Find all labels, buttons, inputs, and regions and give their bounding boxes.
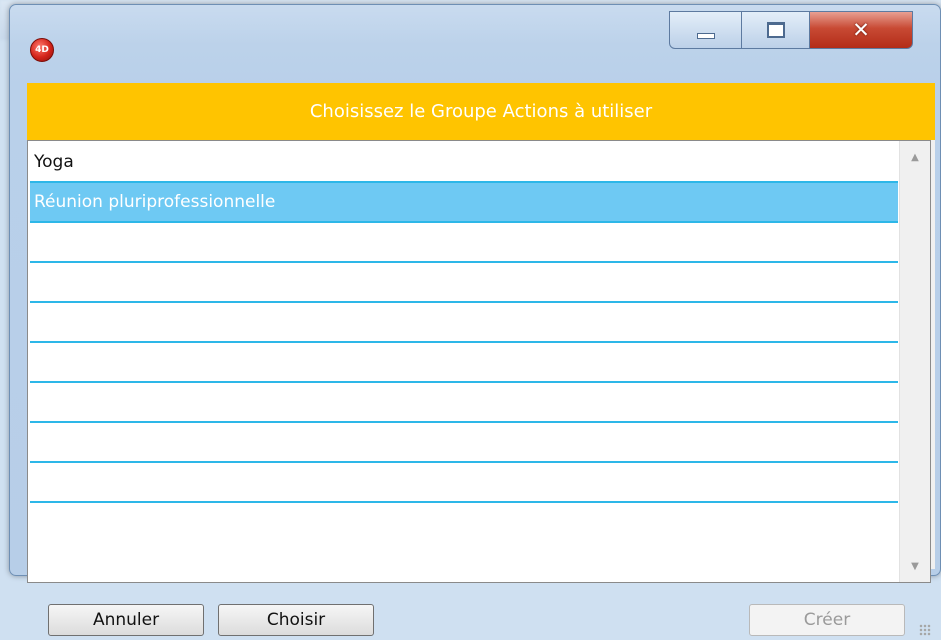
close-icon: ✕ <box>852 18 870 42</box>
list-item[interactable] <box>30 343 898 383</box>
list-item[interactable] <box>30 383 898 423</box>
dialog-client-area: Choisissez le Groupe Actions à utiliser … <box>27 83 935 636</box>
list-item[interactable] <box>30 223 898 263</box>
list-item[interactable]: Réunion pluriprofessionnelle <box>30 183 898 223</box>
minimize-icon <box>696 33 715 39</box>
app-4d-icon: 4D <box>30 38 54 62</box>
button-bar: Annuler Choisir Créer <box>27 604 935 640</box>
caption-buttons: ✕ <box>669 11 913 49</box>
create-button[interactable]: Créer <box>749 604 905 636</box>
list-item[interactable] <box>30 423 898 463</box>
list-item[interactable] <box>30 463 898 503</box>
dialog-header: Choisissez le Groupe Actions à utiliser <box>27 83 935 140</box>
groups-list[interactable]: Yoga Réunion pluriprofessionnelle ▲ ▼ <box>27 140 931 583</box>
minimize-button[interactable] <box>669 11 742 49</box>
list-item[interactable] <box>30 263 898 303</box>
scroll-up-icon[interactable]: ▲ <box>900 147 930 167</box>
close-button[interactable]: ✕ <box>810 11 913 49</box>
maximize-icon <box>766 22 785 38</box>
cancel-button[interactable]: Annuler <box>48 604 204 636</box>
resize-grip-icon[interactable] <box>919 624 931 636</box>
choose-button[interactable]: Choisir <box>218 604 374 636</box>
maximize-button[interactable] <box>742 11 810 49</box>
list-item[interactable]: Yoga <box>30 143 898 183</box>
list-item[interactable] <box>30 303 898 343</box>
app-icon-text: 4D <box>35 45 49 55</box>
scroll-down-icon[interactable]: ▼ <box>900 556 930 576</box>
vertical-scrollbar[interactable]: ▲ ▼ <box>899 141 930 582</box>
